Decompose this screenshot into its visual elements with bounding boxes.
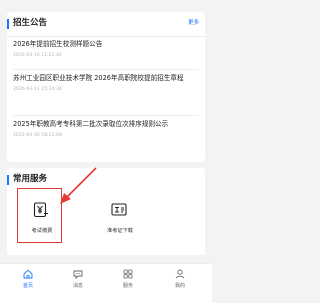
message-icon xyxy=(73,270,83,279)
notices-title: 招生公告 xyxy=(13,18,48,28)
home-icon xyxy=(23,269,33,279)
notice-title: 2025年职教高考专科第二批次录取位次排序规则公示 xyxy=(13,120,169,128)
notice-date: 2025-04-30 18:11:09 xyxy=(13,133,62,138)
bottom-tab-bar: 首页 消息 服务 我的 xyxy=(0,263,212,303)
notices-more-link[interactable]: 更多 xyxy=(188,19,199,27)
section-accent-bar xyxy=(7,19,9,29)
tab-messages[interactable]: 消息 xyxy=(58,268,98,296)
user-icon xyxy=(175,269,185,279)
notice-item[interactable]: 苏州工业园区职业技术学院 2026年高职院校提前招生章程 2026-03-11 … xyxy=(13,73,199,116)
admission-ticket-icon xyxy=(111,203,127,216)
notice-date: 2026-03-16 11:21:44 xyxy=(13,53,62,58)
tab-services[interactable]: 服务 xyxy=(108,268,148,296)
services-header: 常用服务 xyxy=(7,168,205,190)
notice-title: 2026年提前招生校测样题公告 xyxy=(13,40,103,48)
tab-home-label: 首页 xyxy=(22,283,33,289)
tab-messages-label: 消息 xyxy=(72,283,83,289)
tab-profile-label: 我的 xyxy=(174,283,185,289)
notice-date: 2026-03-11 15:34:34 xyxy=(13,87,62,92)
services-title: 常用服务 xyxy=(13,174,48,184)
notice-item[interactable]: 2026年提前招生校测样题公告 2026-03-16 11:21:44 xyxy=(13,39,199,70)
tab-services-label: 服务 xyxy=(122,283,133,289)
tab-profile[interactable]: 我的 xyxy=(160,268,200,296)
tab-home[interactable]: 首页 xyxy=(8,268,48,296)
section-accent-bar xyxy=(7,175,9,185)
annotation-arrow-icon xyxy=(60,167,97,204)
grid-icon xyxy=(123,269,133,279)
notice-title: 苏州工业园区职业技术学院 2026年高职院校提前招生章程 xyxy=(13,74,184,82)
notices-card: 招生公告 更多 2026年提前招生校测样题公告 2026-03-16 11:21… xyxy=(7,12,205,162)
admission-ticket-label: 准考证下载 xyxy=(107,228,133,234)
notice-item[interactable]: 2025年职教高考专科第二批次录取位次排序规则公示 2025-04-30 18:… xyxy=(13,119,199,161)
admission-ticket-button[interactable]: 准考证下载 xyxy=(97,198,143,250)
notices-header: 招生公告 更多 xyxy=(7,12,205,37)
